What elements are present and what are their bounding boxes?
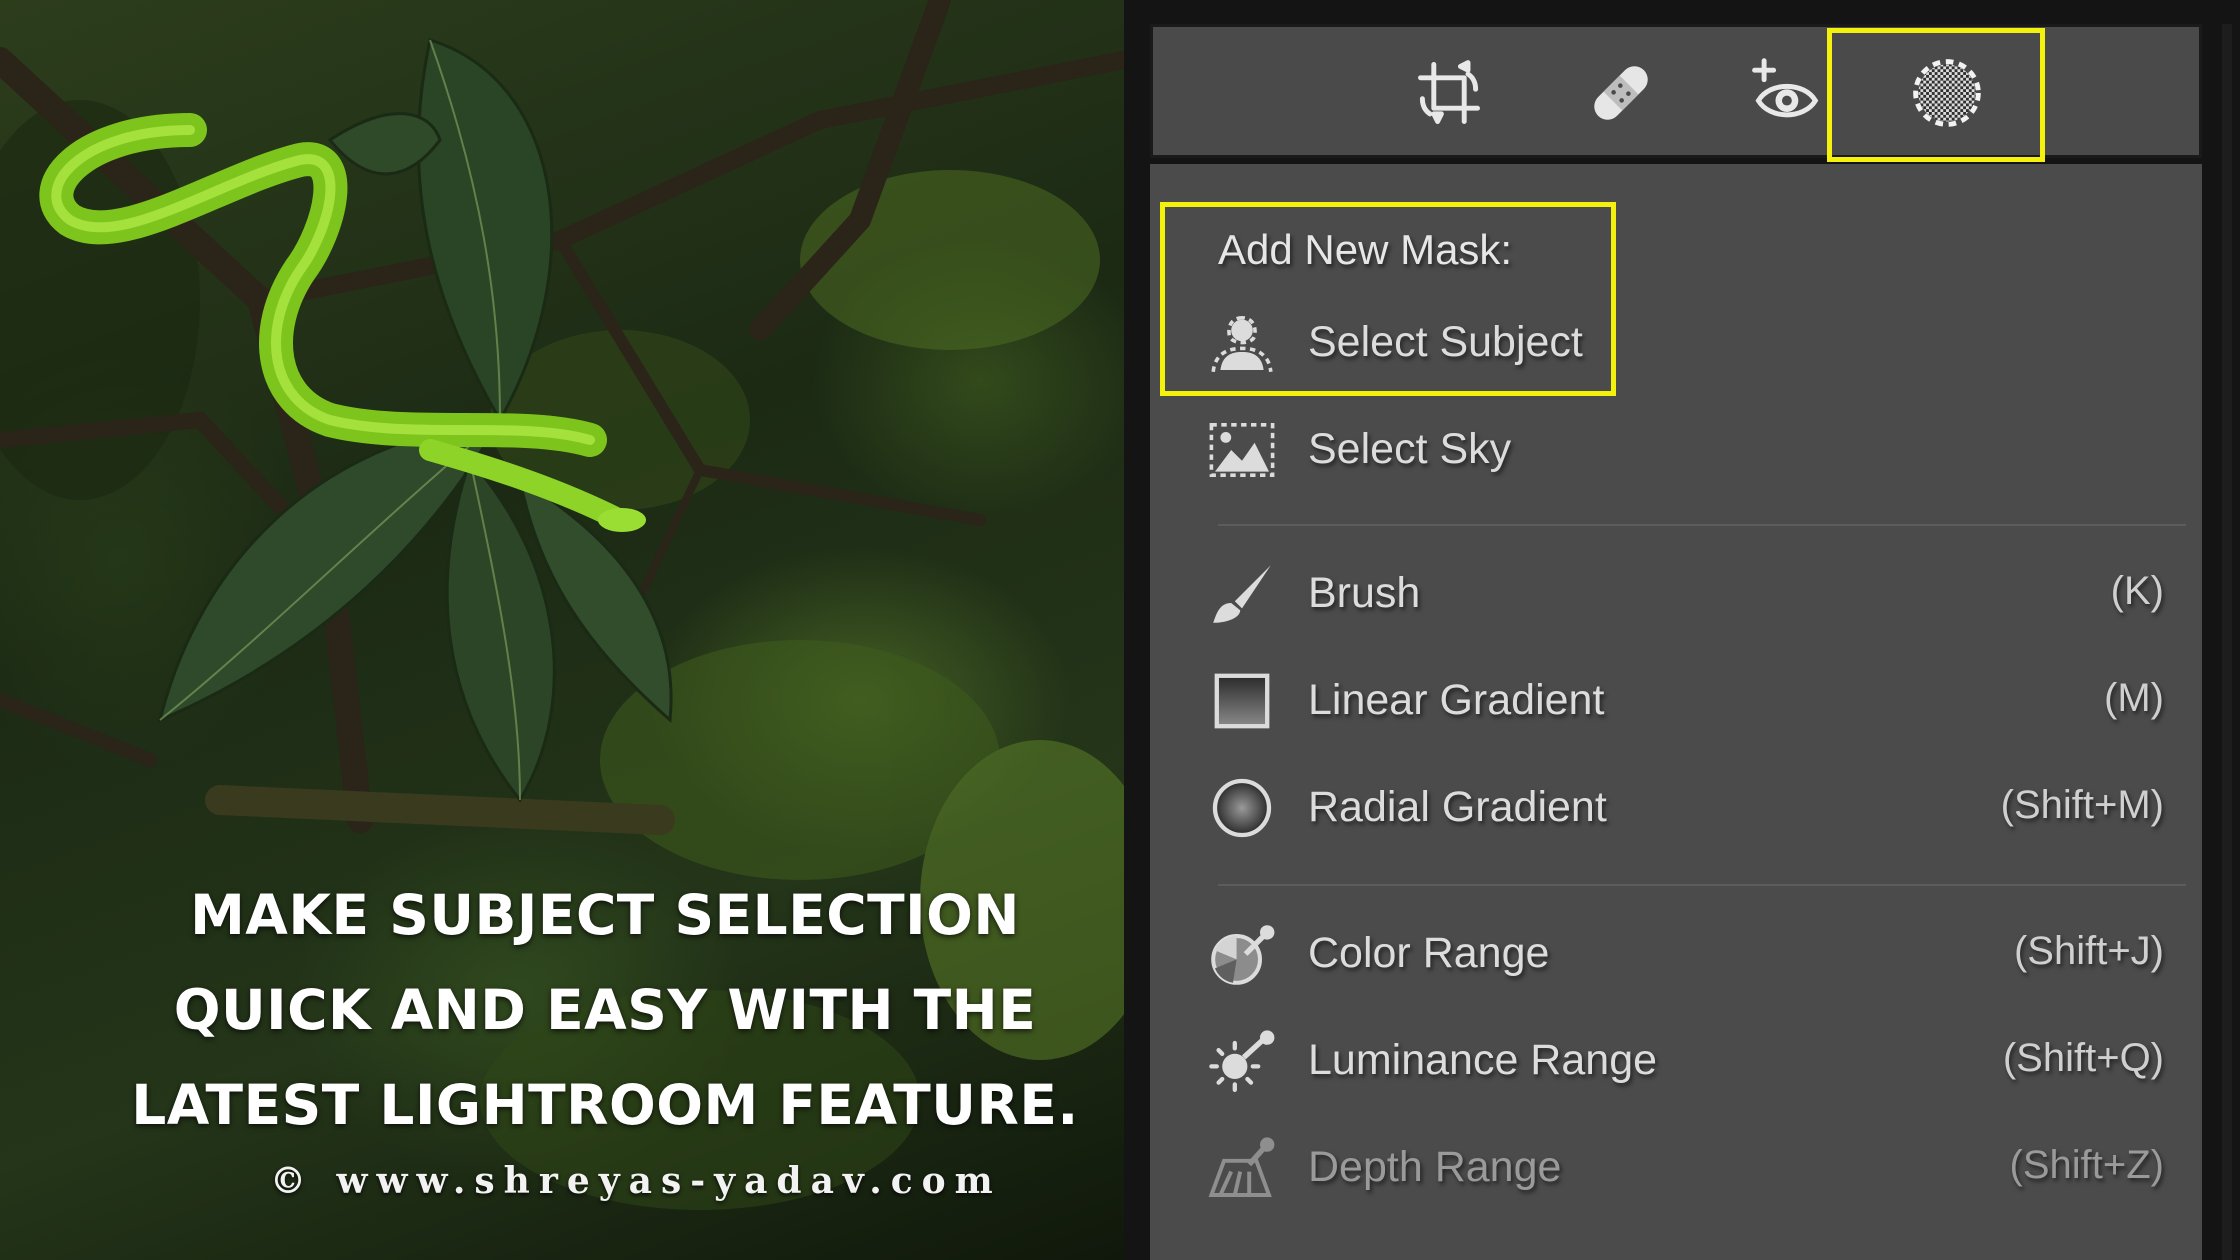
red-eye-tool-button[interactable] (1745, 53, 1825, 133)
brush-icon (1204, 559, 1280, 629)
radial-gradient-label: Radial Gradient (1308, 783, 1607, 831)
copyright-watermark: © www.shreyas-yadav.com (270, 1160, 1002, 1202)
linear-gradient-option[interactable]: Linear Gradient (M) (1204, 656, 2164, 746)
promo-caption: MAKE SUBJECT SELECTION QUICK AND EASY WI… (100, 868, 1110, 1153)
color-range-icon (1204, 919, 1280, 989)
add-mask-highlight-box (1160, 202, 1616, 396)
panel-scrollbar[interactable] (2222, 24, 2232, 1260)
select-sky-icon (1204, 415, 1280, 485)
depth-range-option[interactable]: Depth Range (Shift+Z) (1204, 1123, 2164, 1213)
healing-tool-button[interactable] (1581, 53, 1661, 133)
luminance-range-shortcut: (Shift+Q) (2002, 1036, 2164, 1080)
linear-gradient-label: Linear Gradient (1308, 676, 1605, 724)
color-range-option[interactable]: Color Range (Shift+J) (1204, 909, 2164, 999)
select-sky-option[interactable]: Select Sky (1204, 405, 2164, 495)
caption-line: LATEST LIGHTROOM FEATURE. (131, 1073, 1079, 1137)
linear-gradient-shortcut: (M) (2104, 676, 2164, 720)
brush-option[interactable]: Brush (K) (1204, 549, 2164, 639)
depth-range-label: Depth Range (1308, 1143, 1562, 1191)
luminance-range-label: Luminance Range (1308, 1036, 1658, 1084)
caption-line: QUICK AND EASY WITH THE (173, 978, 1037, 1042)
background-photo: MAKE SUBJECT SELECTION QUICK AND EASY WI… (0, 0, 1124, 1260)
bandage-icon (1594, 66, 1648, 120)
menu-divider (1218, 884, 2186, 886)
red-eye-icon (1752, 58, 1819, 118)
crop-tool-button[interactable] (1409, 53, 1489, 133)
select-sky-label: Select Sky (1308, 425, 1512, 473)
luminance-range-option[interactable]: Luminance Range (Shift+Q) (1204, 1016, 2164, 1106)
brush-shortcut: (K) (2110, 569, 2164, 613)
caption-line: MAKE SUBJECT SELECTION (190, 883, 1020, 947)
lightroom-panel: Add New Mask: Select Subject Select Sky … (1124, 0, 2240, 1260)
brush-label: Brush (1308, 569, 1421, 617)
depth-range-icon (1204, 1133, 1280, 1203)
masking-tool-highlight-box (1827, 28, 2045, 162)
radial-gradient-shortcut: (Shift+M) (2000, 783, 2164, 827)
crop-icon (1418, 60, 1480, 124)
radial-gradient-option[interactable]: Radial Gradient (Shift+M) (1204, 763, 2164, 853)
radial-gradient-icon (1204, 773, 1280, 843)
color-range-shortcut: (Shift+J) (2013, 929, 2164, 973)
luminance-range-icon (1204, 1026, 1280, 1096)
menu-divider (1218, 524, 2186, 526)
linear-gradient-icon (1204, 666, 1280, 736)
depth-range-shortcut: (Shift+Z) (2009, 1143, 2164, 1187)
color-range-label: Color Range (1308, 929, 1550, 977)
